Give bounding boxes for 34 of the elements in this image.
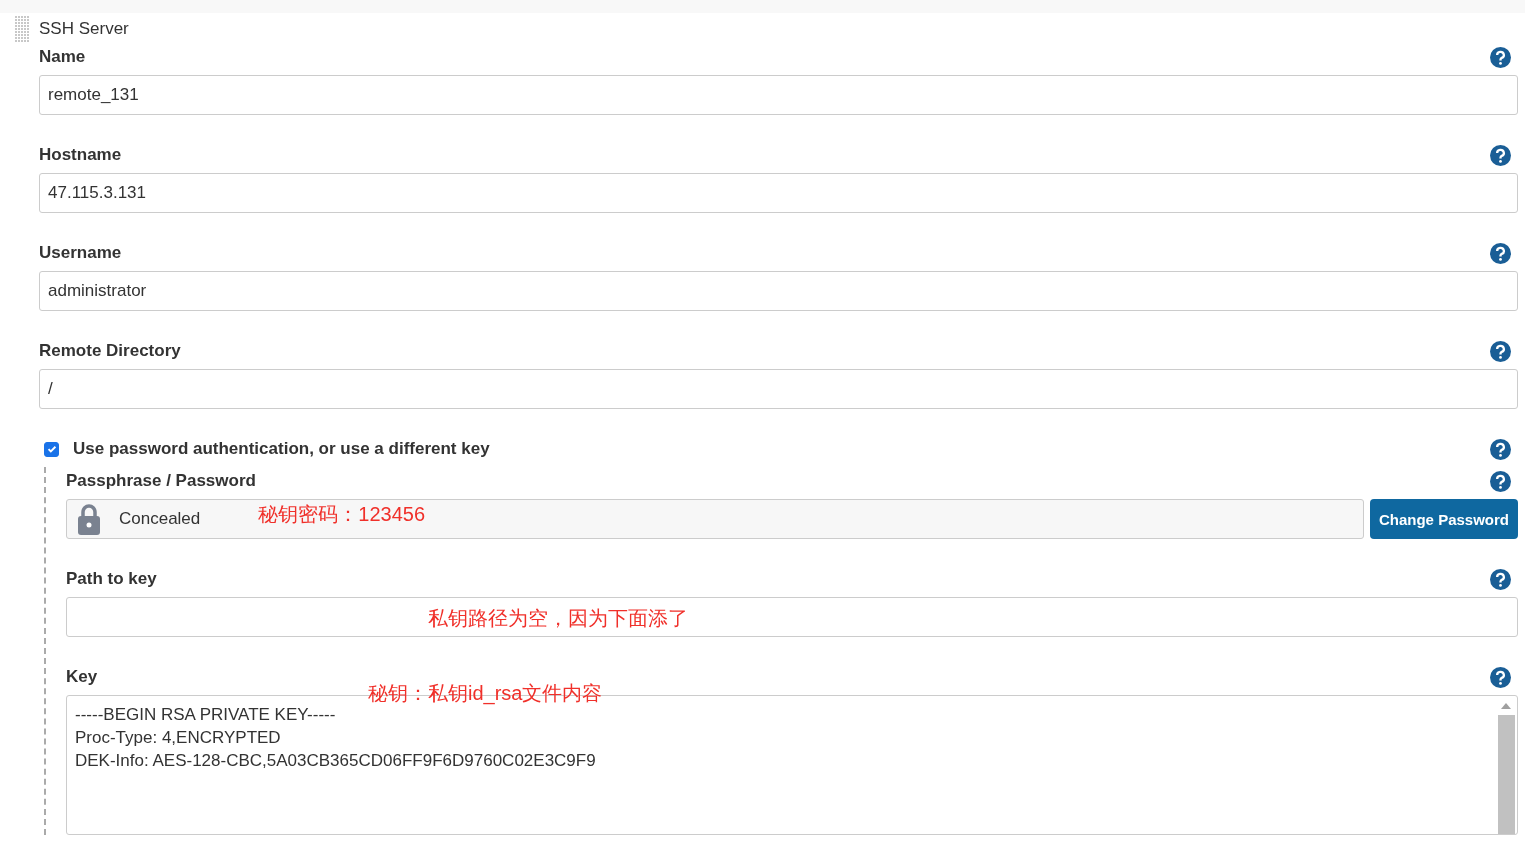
- key-text-line: Proc-Type: 4,ENCRYPTED: [75, 727, 282, 749]
- checkbox[interactable]: [44, 441, 59, 457]
- section-title: SSH Server: [39, 19, 129, 39]
- text-field[interactable]: 47.115.3.131: [39, 173, 1518, 213]
- help-icon[interactable]: [1490, 46, 1511, 68]
- field-label: Hostname: [39, 145, 122, 165]
- drag-handle-icon[interactable]: [15, 16, 29, 42]
- field-label: Path to key: [66, 569, 157, 589]
- concealed-text: Concealed: [119, 509, 201, 529]
- text-field[interactable]: 私钥路径为空，因为下面添了: [66, 597, 1518, 637]
- checkmark-icon: [45, 443, 58, 455]
- checkbox-label: Use password authentication, or use a different key: [73, 439, 491, 459]
- help-icon[interactable]: [1490, 666, 1511, 688]
- help-icon[interactable]: [1490, 568, 1511, 590]
- field-label: Key: [66, 667, 98, 687]
- field-label: Remote Directory: [39, 341, 181, 361]
- lock-icon: [77, 503, 101, 535]
- help-icon[interactable]: [1490, 242, 1511, 264]
- text-field[interactable]: /: [39, 369, 1518, 409]
- change-password-button[interactable]: Change Password: [1369, 499, 1518, 539]
- scroll-up-icon[interactable]: [1501, 703, 1511, 709]
- annotation-text: 私钥路径为空，因为下面添了: [428, 606, 688, 631]
- field-label: Passphrase / Password: [66, 471, 256, 491]
- field-label: Name: [39, 47, 86, 67]
- help-icon[interactable]: [1490, 438, 1511, 460]
- text-field[interactable]: remote_131: [39, 75, 1518, 115]
- field-label: Username: [39, 243, 122, 263]
- help-icon[interactable]: [1490, 470, 1511, 492]
- text-field[interactable]: administrator: [39, 271, 1518, 311]
- annotation-text: 秘钥密码：123456: [258, 501, 426, 527]
- help-icon[interactable]: [1490, 144, 1511, 166]
- key-text-line: -----BEGIN RSA PRIVATE KEY-----: [75, 704, 337, 726]
- key-text-line: DEK-Info: AES-128-CBC,5A03CB365CD06FF9F6D9760C02E3C9F9: [75, 750, 597, 772]
- help-icon[interactable]: [1490, 340, 1511, 362]
